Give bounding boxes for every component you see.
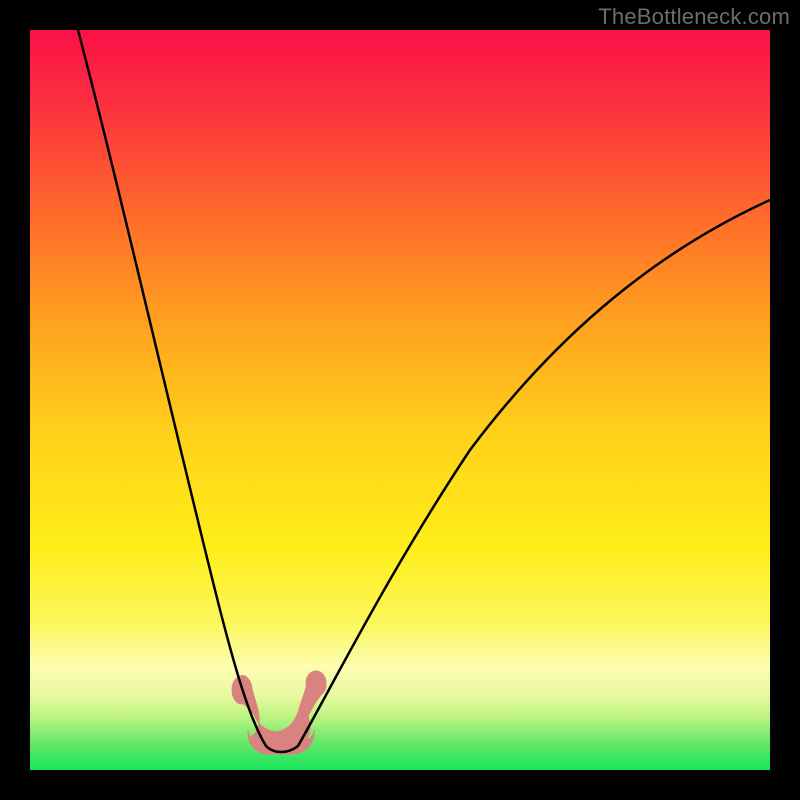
curve-layer (30, 30, 770, 770)
optimal-region-marker (232, 671, 326, 754)
plot-area (30, 30, 770, 770)
bottleneck-curve-left (78, 30, 266, 746)
chart-frame: TheBottleneck.com (0, 0, 800, 800)
bottleneck-curve-right (298, 200, 770, 746)
watermark-text: TheBottleneck.com (598, 4, 790, 30)
